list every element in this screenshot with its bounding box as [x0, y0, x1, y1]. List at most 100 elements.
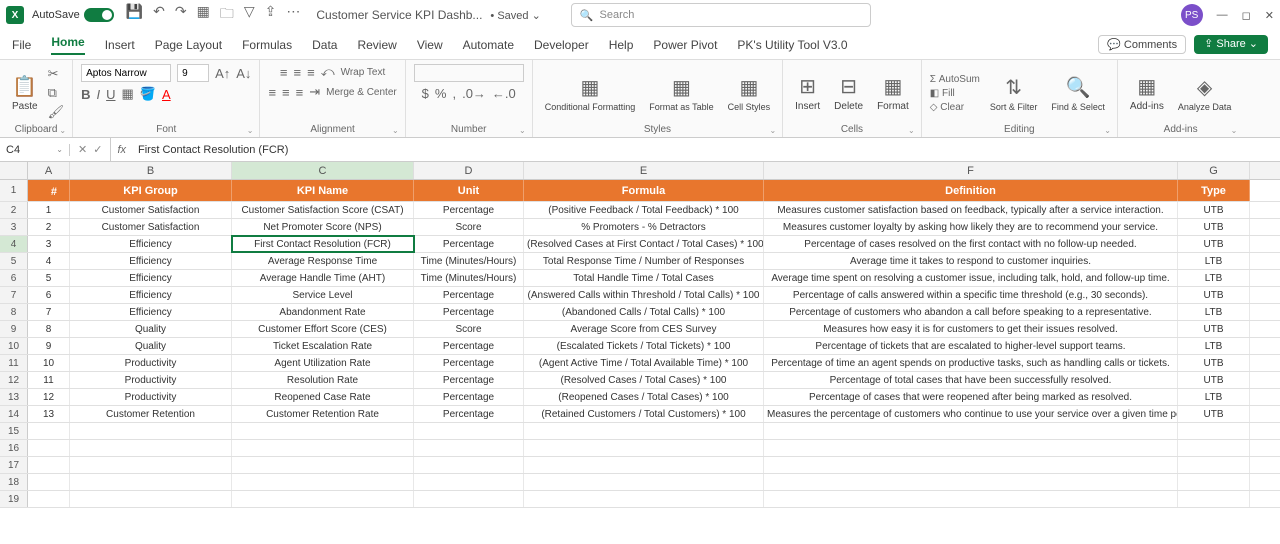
- cell-F2[interactable]: Measures customer satisfaction based on …: [764, 202, 1178, 218]
- cell-B7[interactable]: Efficiency: [70, 287, 232, 303]
- cell-C17[interactable]: [232, 457, 414, 473]
- cell-A11[interactable]: 10: [28, 355, 70, 371]
- cell-A5[interactable]: 4: [28, 253, 70, 269]
- wrap-text-button[interactable]: Wrap Text: [341, 67, 386, 78]
- cell-C19[interactable]: [232, 491, 414, 507]
- cell-A15[interactable]: [28, 423, 70, 439]
- cell-A18[interactable]: [28, 474, 70, 490]
- align-right-icon[interactable]: ≡: [296, 85, 304, 100]
- cell-A8[interactable]: 7: [28, 304, 70, 320]
- cell-F15[interactable]: [764, 423, 1178, 439]
- column-header-B[interactable]: B: [70, 162, 232, 179]
- clear-button[interactable]: ◇ Clear: [930, 102, 980, 113]
- cell-D6[interactable]: Time (Minutes/Hours): [414, 270, 524, 286]
- cell-C5[interactable]: Average Response Time: [232, 253, 414, 269]
- comma-icon[interactable]: ,: [452, 86, 456, 101]
- tab-pk-s-utility-tool-v3-0[interactable]: PK's Utility Tool V3.0: [737, 38, 847, 52]
- cell-D7[interactable]: Percentage: [414, 287, 524, 303]
- cell-E7[interactable]: (Answered Calls within Threshold / Total…: [524, 287, 764, 303]
- tab-data[interactable]: Data: [312, 38, 337, 52]
- spreadsheet-grid[interactable]: ABCDEFG 1⌂ #KPI GroupKPI NameUnitFormula…: [0, 162, 1280, 508]
- cell-F12[interactable]: Percentage of total cases that have been…: [764, 372, 1178, 388]
- cell-G16[interactable]: [1178, 440, 1250, 456]
- cell-C13[interactable]: Reopened Case Rate: [232, 389, 414, 405]
- cell-B9[interactable]: Quality: [70, 321, 232, 337]
- cell-D13[interactable]: Percentage: [414, 389, 524, 405]
- copy-icon[interactable]: ⧉: [48, 85, 65, 101]
- cell-D17[interactable]: [414, 457, 524, 473]
- align-bottom-icon[interactable]: ≡: [307, 65, 315, 80]
- cell-C16[interactable]: [232, 440, 414, 456]
- bold-icon[interactable]: B: [81, 87, 90, 102]
- maximize-icon[interactable]: ◻: [1242, 9, 1251, 22]
- name-box[interactable]: C4⌄: [0, 144, 70, 156]
- cell-A6[interactable]: 5: [28, 270, 70, 286]
- cell-G13[interactable]: LTB: [1178, 389, 1250, 405]
- tab-page-layout[interactable]: Page Layout: [155, 38, 222, 52]
- cell-E11[interactable]: (Agent Active Time / Total Available Tim…: [524, 355, 764, 371]
- more-icon[interactable]: ⋯: [286, 3, 300, 27]
- tab-help[interactable]: Help: [609, 38, 634, 52]
- tab-formulas[interactable]: Formulas: [242, 38, 292, 52]
- select-all-corner[interactable]: [0, 162, 28, 179]
- cell-C9[interactable]: Customer Effort Score (CES): [232, 321, 414, 337]
- header-cell[interactable]: KPI Name: [232, 180, 414, 201]
- underline-icon[interactable]: U: [106, 87, 115, 102]
- cell-C10[interactable]: Ticket Escalation Rate: [232, 338, 414, 354]
- cell-B2[interactable]: Customer Satisfaction: [70, 202, 232, 218]
- cell-E2[interactable]: (Positive Feedback / Total Feedback) * 1…: [524, 202, 764, 218]
- cell-E6[interactable]: Total Handle Time / Total Cases: [524, 270, 764, 286]
- filter-icon[interactable]: ▽: [244, 3, 255, 27]
- cell-B14[interactable]: Customer Retention: [70, 406, 232, 422]
- cell-B16[interactable]: [70, 440, 232, 456]
- cell-D18[interactable]: [414, 474, 524, 490]
- cell-A13[interactable]: 12: [28, 389, 70, 405]
- cell-F3[interactable]: Measures customer loyalty by asking how …: [764, 219, 1178, 235]
- cell-A10[interactable]: 9: [28, 338, 70, 354]
- cell-E8[interactable]: (Abandoned Calls / Total Calls) * 100: [524, 304, 764, 320]
- header-cell[interactable]: ⌂ #: [28, 180, 70, 201]
- cell-G9[interactable]: UTB: [1178, 321, 1250, 337]
- cell-C8[interactable]: Abandonment Rate: [232, 304, 414, 320]
- cell-D5[interactable]: Time (Minutes/Hours): [414, 253, 524, 269]
- undo-icon[interactable]: ↶: [153, 3, 165, 27]
- row-header-3[interactable]: 3: [0, 219, 28, 235]
- row-header-8[interactable]: 8: [0, 304, 28, 320]
- cell-E16[interactable]: [524, 440, 764, 456]
- tab-insert[interactable]: Insert: [105, 38, 135, 52]
- format-painter-icon[interactable]: 🖌: [48, 104, 65, 120]
- cell-F9[interactable]: Measures how easy it is for customers to…: [764, 321, 1178, 337]
- cell-A3[interactable]: 2: [28, 219, 70, 235]
- cell-D3[interactable]: Score: [414, 219, 524, 235]
- align-left-icon[interactable]: ≡: [268, 85, 276, 100]
- fill-color-icon[interactable]: 🪣: [140, 86, 156, 102]
- autosum-button[interactable]: Σ AutoSum: [930, 74, 980, 85]
- cell-F4[interactable]: Percentage of cases resolved on the firs…: [764, 236, 1178, 252]
- autosave-toggle[interactable]: AutoSave: [32, 8, 114, 22]
- row-header-13[interactable]: 13: [0, 389, 28, 405]
- cell-F10[interactable]: Percentage of tickets that are escalated…: [764, 338, 1178, 354]
- cell-F8[interactable]: Percentage of customers who abandon a ca…: [764, 304, 1178, 320]
- cell-G12[interactable]: UTB: [1178, 372, 1250, 388]
- cell-G7[interactable]: UTB: [1178, 287, 1250, 303]
- cell-E17[interactable]: [524, 457, 764, 473]
- decrease-font-icon[interactable]: A↓: [236, 66, 251, 81]
- cell-B19[interactable]: [70, 491, 232, 507]
- cell-A16[interactable]: [28, 440, 70, 456]
- cell-E18[interactable]: [524, 474, 764, 490]
- fill-button[interactable]: ◧ Fill: [930, 88, 980, 99]
- cell-F14[interactable]: Measures the percentage of customers who…: [764, 406, 1178, 422]
- row-header-2[interactable]: 2: [0, 202, 28, 218]
- cell-B10[interactable]: Quality: [70, 338, 232, 354]
- font-name-input[interactable]: [81, 64, 171, 82]
- cell-D12[interactable]: Percentage: [414, 372, 524, 388]
- cell-G15[interactable]: [1178, 423, 1250, 439]
- percent-icon[interactable]: %: [435, 86, 447, 101]
- cell-F11[interactable]: Percentage of time an agent spends on pr…: [764, 355, 1178, 371]
- cell-A19[interactable]: [28, 491, 70, 507]
- cell-B3[interactable]: Customer Satisfaction: [70, 219, 232, 235]
- cell-A17[interactable]: [28, 457, 70, 473]
- cell-D4[interactable]: Percentage: [414, 236, 524, 252]
- merge-button[interactable]: Merge & Center: [326, 87, 397, 98]
- cell-D19[interactable]: [414, 491, 524, 507]
